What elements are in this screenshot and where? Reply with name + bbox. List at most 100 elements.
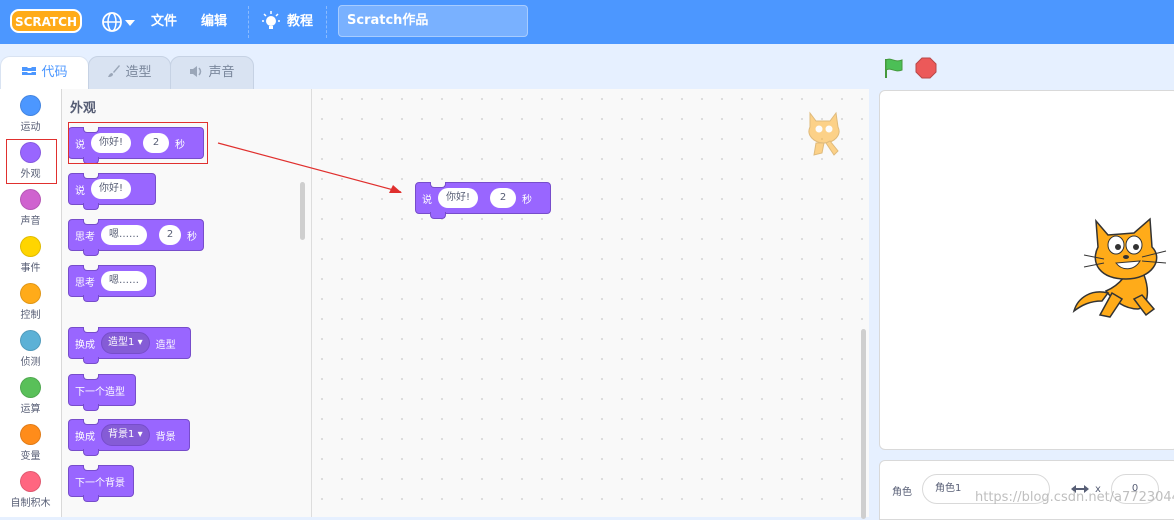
block-label: 秒 — [187, 231, 197, 243]
block-label: 下一个造型 — [75, 386, 125, 398]
tutorials-menu[interactable]: 教程 — [260, 0, 316, 44]
workspace-scrollbar[interactable] — [861, 329, 866, 519]
block-label: 思考 — [75, 231, 95, 243]
say-block-highlight — [68, 122, 208, 164]
tab-code-label: 代码 — [41, 65, 68, 80]
tab-sounds[interactable]: 声音 — [170, 56, 254, 90]
block-notch — [83, 249, 99, 256]
block-notch — [83, 203, 99, 210]
my-blocks-color-dot — [20, 471, 41, 492]
text-input[interactable]: 你好! — [91, 179, 132, 199]
dropdown-value: 背景1 — [108, 429, 135, 440]
category-operators[interactable]: 运算 — [0, 371, 61, 415]
dropdown-value: 造型1 — [108, 337, 135, 348]
looks-category-highlight — [6, 139, 57, 184]
tutorials-label: 教程 — [287, 14, 314, 29]
category-sound[interactable]: 声音 — [0, 183, 61, 227]
block-label: 秒 — [522, 194, 533, 206]
text-input[interactable]: 你好! — [438, 188, 479, 208]
caret-down-icon: ▾ — [137, 429, 143, 440]
operators-color-dot — [20, 377, 41, 398]
next-backdrop-block[interactable]: 下一个背景 — [68, 465, 134, 502]
tab-code[interactable]: 代码 — [0, 56, 89, 91]
costume-dropdown[interactable]: 造型1 ▾ — [101, 332, 150, 354]
block-label: 换成 — [75, 431, 95, 443]
workspace-say-for-secs-block[interactable]: 说 你好! 2 秒 — [415, 182, 551, 219]
block-label: 换成 — [75, 339, 95, 351]
watermark-text: https://blog.csdn.net/a772304419 — [975, 490, 1174, 505]
category-label: 运算 — [20, 404, 41, 415]
category-sensing[interactable]: 侦测 — [0, 324, 61, 368]
text-input[interactable]: 嗯…… — [101, 225, 147, 245]
block-notch — [83, 173, 99, 179]
block-label: 造型 — [155, 339, 176, 351]
green-flag-icon[interactable] — [882, 57, 906, 79]
stop-icon[interactable] — [915, 57, 937, 79]
code-icon — [22, 67, 37, 75]
tab-sounds-label: 声音 — [208, 65, 235, 80]
scratch-cat-sprite[interactable] — [1072, 217, 1172, 327]
switch-costume-block[interactable]: 换成 造型1 ▾ 造型 — [68, 327, 191, 364]
svg-text:SCRATCH: SCRATCH — [15, 15, 77, 29]
file-menu[interactable]: 文件 — [151, 0, 177, 44]
category-label: 声音 — [20, 216, 41, 227]
block-notch — [83, 449, 99, 456]
block-label: 背景 — [155, 431, 176, 443]
next-costume-block[interactable]: 下一个造型 — [68, 374, 136, 411]
caret-down-icon — [125, 20, 135, 26]
tab-costumes-label: 造型 — [125, 65, 152, 80]
say-block[interactable]: 说 你好! — [68, 173, 156, 210]
category-label: 自制积木 — [10, 498, 51, 509]
events-color-dot — [20, 236, 41, 257]
category-label: 事件 — [20, 263, 41, 274]
palette-section-title: 外观 — [70, 101, 97, 116]
caret-down-icon: ▾ — [137, 337, 143, 348]
menu-divider — [326, 6, 328, 38]
block-label: 思考 — [75, 277, 95, 289]
menu-divider — [248, 6, 250, 38]
category-motion[interactable]: 运动 — [0, 89, 61, 133]
block-notch — [430, 182, 446, 188]
project-title-input[interactable]: Scratch作品 — [338, 5, 528, 37]
variables-color-dot — [20, 424, 41, 445]
switch-backdrop-block[interactable]: 换成 背景1 ▾ 背景 — [68, 419, 190, 456]
tab-costumes[interactable]: 造型 — [88, 56, 171, 90]
block-notch — [83, 265, 99, 271]
block-notch — [83, 374, 99, 380]
lightbulb-icon — [262, 11, 280, 29]
block-notch — [83, 404, 99, 411]
think-block[interactable]: 思考 嗯…… — [68, 265, 156, 302]
category-variables[interactable]: 变量 — [0, 418, 61, 462]
category-my-blocks[interactable]: 自制积木 — [0, 465, 61, 509]
backdrop-dropdown[interactable]: 背景1 ▾ — [101, 424, 150, 446]
category-label: 控制 — [20, 310, 41, 321]
stage[interactable] — [879, 90, 1174, 450]
menu-bar: SCRATCH 文件 编辑 教程 Scratch作品 — [0, 0, 1174, 44]
language-menu[interactable] — [101, 10, 137, 34]
category-events[interactable]: 事件 — [0, 230, 61, 274]
block-notch — [83, 419, 99, 425]
category-label: 运动 — [20, 122, 41, 133]
block-label: 说 — [75, 185, 85, 197]
block-notch — [83, 465, 99, 471]
block-notch — [430, 212, 446, 219]
category-control[interactable]: 控制 — [0, 277, 61, 321]
drag-arrow-annotation — [217, 142, 402, 193]
sprite-thumbnail-icon — [808, 111, 840, 156]
block-notch — [83, 495, 99, 502]
speaker-icon — [190, 66, 202, 77]
number-input[interactable]: 2 — [490, 188, 517, 208]
sound-color-dot — [20, 189, 41, 210]
block-notch — [83, 295, 99, 302]
block-notch — [83, 357, 99, 364]
text-input[interactable]: 嗯…… — [101, 271, 147, 291]
sprite-name-label: 角色 — [892, 487, 912, 498]
category-label: 变量 — [20, 451, 41, 462]
control-color-dot — [20, 283, 41, 304]
edit-menu[interactable]: 编辑 — [201, 0, 227, 44]
number-input[interactable]: 2 — [159, 225, 181, 245]
think-for-secs-block[interactable]: 思考 嗯…… 2 秒 — [68, 219, 204, 256]
scratch-logo[interactable]: SCRATCH — [10, 7, 82, 35]
brush-icon — [108, 65, 121, 77]
block-notch — [83, 327, 99, 333]
